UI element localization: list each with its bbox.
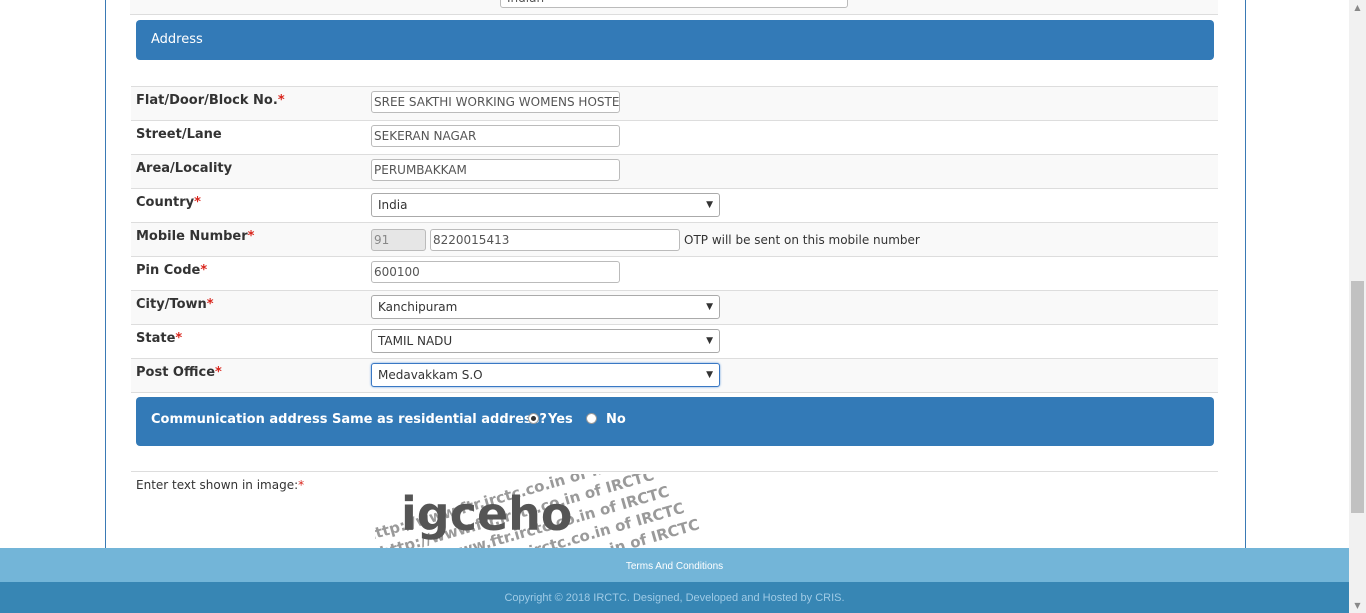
scroll-down-icon[interactable]: ▼: [1349, 598, 1366, 613]
area-input[interactable]: PERUMBAKKAM: [371, 159, 620, 181]
captcha-image: http://www.ftr.irctc.co.in of IRCTC http…: [375, 474, 707, 548]
scroll-thumb[interactable]: [1351, 281, 1364, 513]
country-select[interactable]: India ▼: [371, 193, 720, 217]
flat-label: Flat/Door/Block No.*: [136, 93, 285, 108]
communication-address-bar: Communication address Same as residentia…: [136, 397, 1214, 446]
area-row: Area/Locality PERUMBAKKAM: [131, 154, 1218, 188]
mobile-row: Mobile Number* 91 8220015413 OTP will be…: [131, 222, 1218, 256]
previous-field-row: Indian: [130, 0, 1218, 15]
pincode-input[interactable]: 600100: [371, 261, 620, 283]
street-row: Street/Lane SEKERAN NAGAR: [131, 120, 1218, 154]
country-row: Country* India ▼: [131, 188, 1218, 222]
country-value: India: [378, 198, 408, 212]
address-section-title: Address: [151, 32, 203, 47]
country-code-field: 91: [371, 229, 426, 251]
flat-input[interactable]: SREE SAKTHI WORKING WOMENS HOSTEL: [371, 91, 620, 113]
chevron-down-icon: ▼: [706, 370, 713, 380]
terms-link[interactable]: Terms And Conditions: [626, 561, 723, 572]
communication-question: Communication address Same as residentia…: [151, 412, 547, 427]
flat-row: Flat/Door/Block No.* SREE SAKTHI WORKING…: [131, 86, 1218, 120]
city-row: City/Town* Kanchipuram ▼: [131, 290, 1218, 324]
post-office-select[interactable]: Medavakkam S.O ▼: [371, 363, 720, 387]
area-label: Area/Locality: [136, 161, 233, 176]
mobile-input[interactable]: 8220015413: [430, 229, 680, 251]
otp-note: OTP will be sent on this mobile number: [684, 233, 920, 247]
country-label: Country*: [136, 195, 201, 210]
nationality-field[interactable]: Indian: [500, 0, 848, 8]
city-label: City/Town*: [136, 297, 214, 312]
captcha-text: igceho: [401, 487, 573, 541]
state-row: State* TAMIL NADU ▼: [131, 324, 1218, 358]
captcha-svg: http://www.ftr.irctc.co.in of IRCTC http…: [375, 474, 701, 548]
mobile-label: Mobile Number*: [136, 229, 255, 244]
city-value: Kanchipuram: [378, 300, 458, 314]
post-office-row: Post Office* Medavakkam S.O ▼: [131, 358, 1218, 393]
footer-terms-bar: Terms And Conditions: [0, 548, 1349, 582]
footer-copyright-bar: Copyright © 2018 IRCTC. Designed, Develo…: [0, 582, 1349, 613]
state-select[interactable]: TAMIL NADU ▼: [371, 329, 720, 353]
radio-yes-label[interactable]: Yes: [548, 412, 573, 427]
copyright-text: Copyright © 2018 IRCTC. Designed, Develo…: [504, 592, 845, 604]
scrollbar[interactable]: ▲ ▼: [1349, 0, 1366, 613]
state-label: State*: [136, 331, 183, 346]
radio-no[interactable]: [586, 413, 597, 424]
address-section-header: Address: [136, 20, 1214, 60]
city-select[interactable]: Kanchipuram ▼: [371, 295, 720, 319]
post-office-value: Medavakkam S.O: [378, 368, 483, 382]
scroll-up-icon[interactable]: ▲: [1349, 0, 1366, 15]
chevron-down-icon: ▼: [706, 200, 713, 210]
state-value: TAMIL NADU: [378, 334, 453, 348]
pincode-row: Pin Code* 600100: [131, 256, 1218, 290]
pincode-label: Pin Code*: [136, 263, 208, 278]
captcha-label: Enter text shown in image:*: [136, 478, 305, 492]
chevron-down-icon: ▼: [706, 336, 713, 346]
divider: [131, 471, 1218, 472]
radio-no-label[interactable]: No: [606, 412, 626, 427]
chevron-down-icon: ▼: [706, 302, 713, 312]
street-input[interactable]: SEKERAN NAGAR: [371, 125, 620, 147]
street-label: Street/Lane: [136, 127, 222, 142]
post-office-label: Post Office*: [136, 365, 222, 380]
radio-yes[interactable]: [528, 413, 539, 424]
